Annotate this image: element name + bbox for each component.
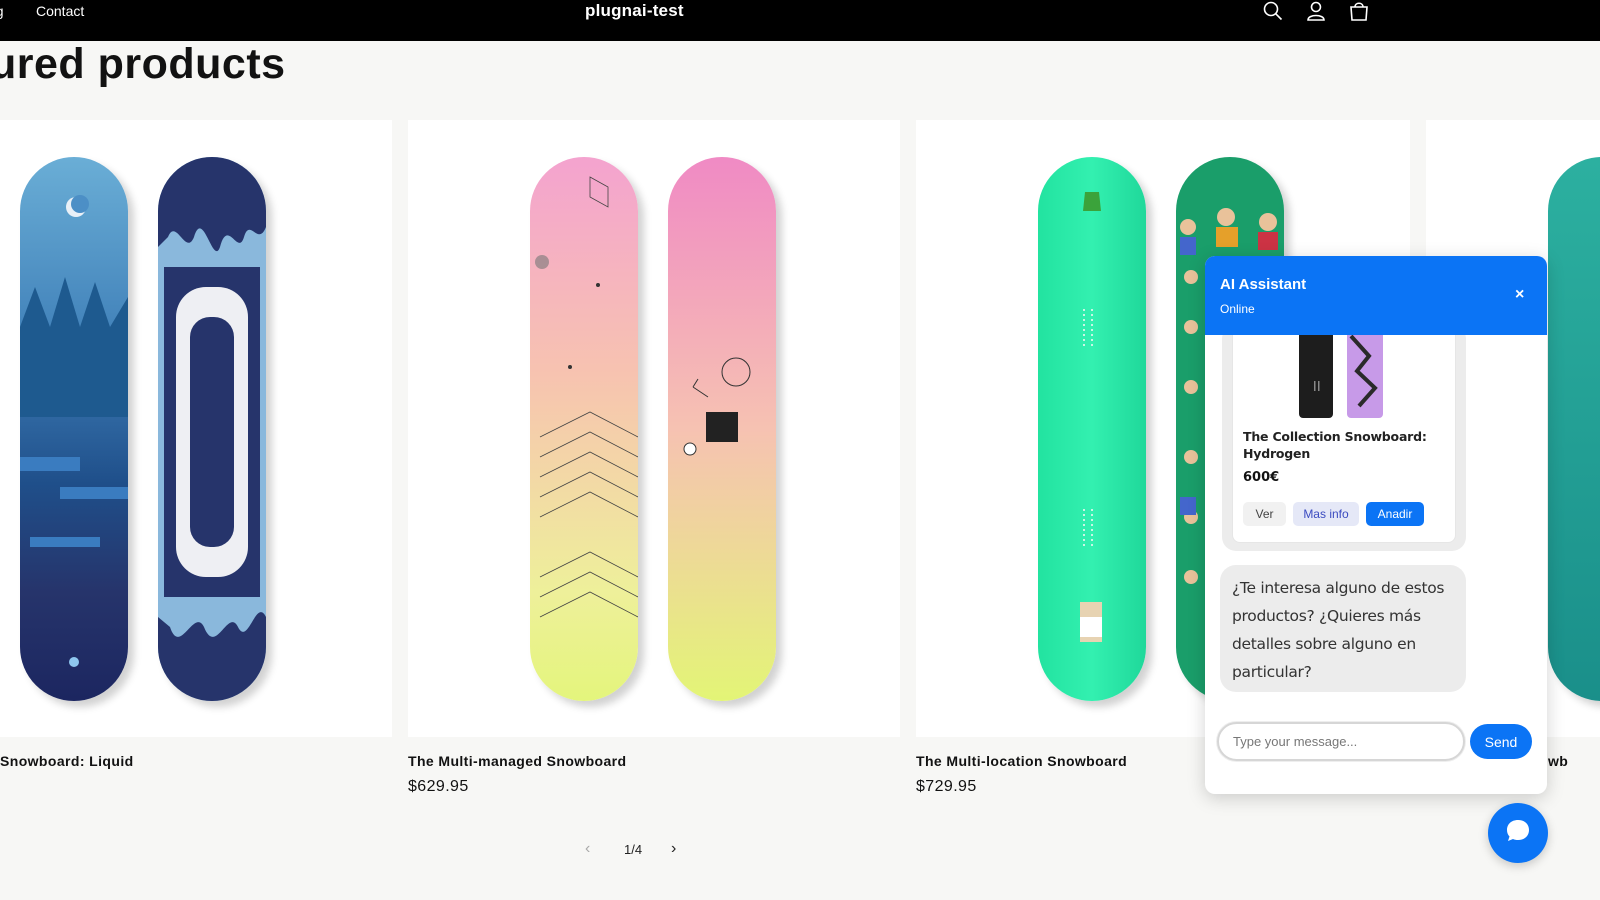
product-price: 600€ bbox=[1243, 470, 1280, 485]
close-icon[interactable]: × bbox=[1515, 286, 1524, 304]
chat-widget: AI Assistant Online × The Collection Sno… bbox=[1205, 256, 1547, 794]
add-to-cart-button[interactable]: Anadir bbox=[1366, 502, 1424, 526]
snowboard-front bbox=[1548, 157, 1600, 701]
assistant-message: ¿Te interesa alguno de estos productos? … bbox=[1220, 565, 1466, 692]
section-title: ured products bbox=[0, 40, 286, 88]
search-icon[interactable] bbox=[1261, 0, 1285, 22]
send-button[interactable]: Send bbox=[1470, 724, 1532, 759]
snowboard-front bbox=[20, 157, 128, 701]
chat-messages[interactable]: The Collection Snowboard: Hydrogen 600€ … bbox=[1205, 335, 1547, 705]
site-header: og Contact plugnai-test bbox=[0, 0, 1600, 41]
slider-next-button[interactable]: › bbox=[671, 840, 676, 858]
chat-status: Online bbox=[1220, 302, 1255, 316]
product-image-liquid[interactable] bbox=[0, 120, 392, 737]
chat-launcher-button[interactable] bbox=[1488, 803, 1548, 863]
product-name[interactable]: The Multi-managed Snowboard bbox=[408, 753, 626, 769]
product-thumbnail[interactable] bbox=[1299, 335, 1387, 418]
nav-link-blog[interactable]: og bbox=[0, 3, 4, 19]
cart-icon[interactable] bbox=[1347, 0, 1371, 22]
product-suggestion-card: The Collection Snowboard: Hydrogen 600€ … bbox=[1232, 335, 1456, 543]
product-image-multi-managed[interactable] bbox=[408, 120, 900, 737]
snowboard-front bbox=[530, 157, 638, 701]
snowboard-back bbox=[668, 157, 776, 701]
product-price: $629.95 bbox=[408, 778, 469, 795]
chat-bubble-icon bbox=[1505, 818, 1531, 849]
account-icon[interactable] bbox=[1304, 0, 1328, 22]
nav-link-contact[interactable]: Contact bbox=[36, 3, 84, 19]
product-name[interactable]: Snowboard: Liquid bbox=[0, 753, 134, 769]
chat-header: AI Assistant Online × bbox=[1205, 256, 1547, 335]
view-button[interactable]: Ver bbox=[1243, 502, 1286, 526]
chat-message-input[interactable] bbox=[1217, 722, 1465, 761]
slider-prev-button[interactable]: ‹ bbox=[585, 840, 590, 858]
snowboard-front bbox=[1038, 157, 1146, 701]
chat-title: AI Assistant bbox=[1220, 276, 1307, 293]
product-name[interactable]: The Multi-location Snowboard bbox=[916, 753, 1127, 769]
store-name[interactable]: plugnai-test bbox=[585, 1, 684, 21]
snowboard-back bbox=[158, 157, 266, 701]
product-price: $729.95 bbox=[916, 778, 977, 795]
product-message-bubble: The Collection Snowboard: Hydrogen 600€ … bbox=[1222, 335, 1466, 551]
product-name[interactable]: wb bbox=[1548, 753, 1568, 769]
slider-counter: 1/4 bbox=[624, 842, 643, 857]
more-info-button[interactable]: Mas info bbox=[1293, 502, 1359, 526]
product-name[interactable]: The Collection Snowboard: Hydrogen bbox=[1243, 428, 1443, 462]
